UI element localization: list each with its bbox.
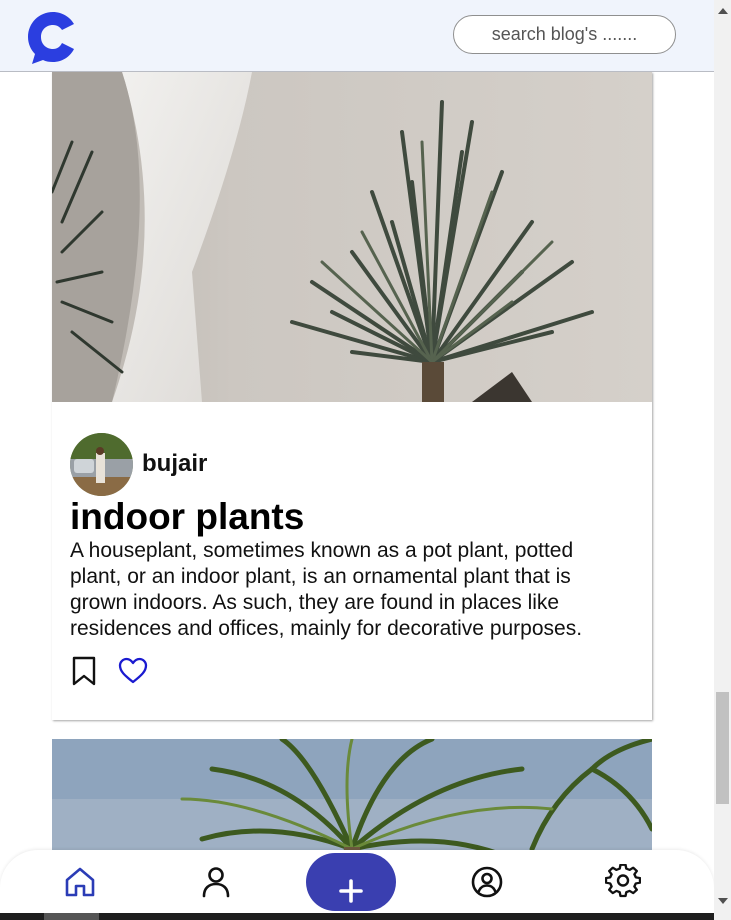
user-icon[interactable] [198,864,234,900]
taskbar-segment [44,913,99,920]
top-header [0,0,714,72]
heart-icon[interactable] [118,657,148,685]
search-input[interactable] [453,15,676,54]
post-image [52,72,652,402]
create-post-button[interactable] [306,853,396,911]
home-icon[interactable] [62,864,98,900]
post-description: A houseplant, sometimes known as a pot p… [70,539,583,640]
author-avatar[interactable] [70,433,133,496]
scroll-down-arrow-icon[interactable] [718,898,728,904]
post-title: indoor plants [70,496,305,537]
vertical-scrollbar[interactable] [714,0,731,920]
plus-icon [306,878,396,903]
chat-c-logo-icon[interactable] [24,8,82,66]
gear-icon[interactable] [604,863,642,900]
page-viewport: bujair indoor plants A houseplant, somet… [0,0,714,920]
taskbar-strip [0,913,714,920]
post-card[interactable]: bujair indoor plants A houseplant, somet… [52,72,652,720]
bookmark-icon[interactable] [70,656,98,686]
bottom-navigation [0,850,714,920]
account-circle-icon[interactable] [469,864,505,900]
scroll-thumb[interactable] [716,692,729,804]
scroll-up-arrow-icon[interactable] [718,8,728,14]
author-name[interactable]: bujair [142,450,207,478]
